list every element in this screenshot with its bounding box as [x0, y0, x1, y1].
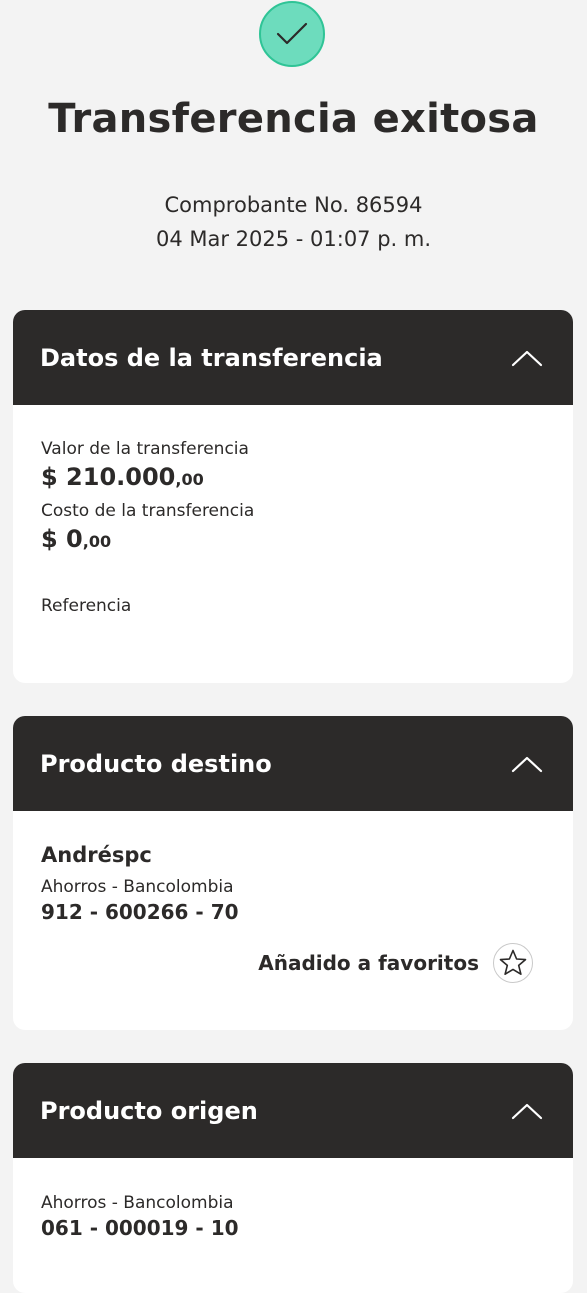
transfer-details-body: Valor de la transferencia $ 210.000,00 C… — [13, 405, 573, 683]
transfer-value-label: Valor de la transferencia — [41, 439, 249, 459]
origin-product-card: Producto origen Ahorros - Bancolombia 06… — [13, 1063, 573, 1293]
receipt-info: Comprobante No. 86594 04 Mar 2025 - 01:0… — [0, 188, 587, 256]
transfer-value-main: $ 210.000 — [41, 463, 176, 491]
destination-name: Andréspc — [41, 843, 152, 867]
chevron-up-icon[interactable] — [511, 348, 543, 368]
receipt-date: 04 Mar 2025 - 01:07 p. m. — [155, 227, 432, 251]
origin-account-number: 061 - 000019 - 10 — [41, 1216, 239, 1240]
origin-product-header[interactable]: Producto origen — [13, 1063, 573, 1158]
star-icon — [499, 949, 527, 976]
chevron-up-icon[interactable] — [511, 754, 543, 774]
origin-product-title: Producto origen — [40, 1096, 258, 1125]
reference-label: Referencia — [41, 596, 132, 616]
transfer-value-cents: ,00 — [175, 470, 204, 489]
destination-product-header[interactable]: Producto destino — [13, 716, 573, 811]
destination-account-type: Ahorros - Bancolombia — [41, 877, 234, 897]
chevron-up-icon[interactable] — [511, 1101, 543, 1121]
transfer-cost-label: Costo de la transferencia — [41, 501, 255, 521]
transfer-value-amount: $ 210.000,00 — [41, 463, 204, 491]
destination-product-body: Andréspc Ahorros - Bancolombia 912 - 600… — [13, 811, 573, 1030]
transfer-details-title: Datos de la transferencia — [40, 343, 383, 372]
success-check-icon — [259, 1, 325, 67]
transfer-details-card: Datos de la transferencia Valor de la tr… — [13, 310, 573, 683]
transfer-cost-amount: $ 0,00 — [41, 525, 111, 553]
destination-account-number: 912 - 600266 - 70 — [41, 900, 239, 924]
favorite-star-button[interactable] — [493, 943, 533, 983]
origin-product-body: Ahorros - Bancolombia 061 - 000019 - 10 — [13, 1158, 573, 1293]
page-title: Transferencia exitosa — [48, 96, 539, 142]
transfer-cost-main: $ 0 — [41, 525, 83, 553]
favorite-toggle[interactable]: Añadido a favoritos — [258, 943, 533, 983]
transfer-details-header[interactable]: Datos de la transferencia — [13, 310, 573, 405]
favorite-label: Añadido a favoritos — [258, 951, 479, 975]
destination-product-title: Producto destino — [40, 749, 272, 778]
receipt-number: Comprobante No. 86594 — [164, 193, 423, 217]
transfer-cost-cents: ,00 — [82, 532, 112, 551]
destination-product-card: Producto destino Andréspc Ahorros - Banc… — [13, 716, 573, 1030]
check-icon — [276, 22, 308, 45]
origin-account-type: Ahorros - Bancolombia — [41, 1193, 234, 1213]
